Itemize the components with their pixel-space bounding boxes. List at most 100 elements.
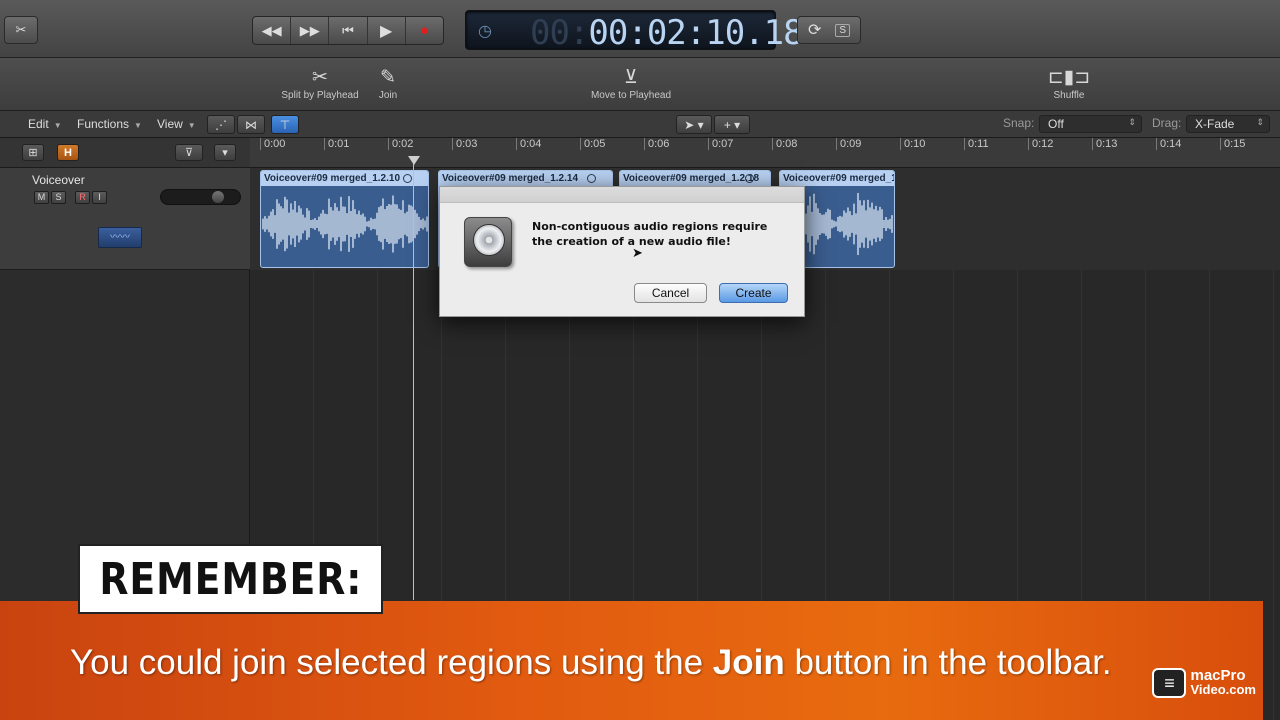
h-button[interactable]: H bbox=[57, 144, 79, 161]
playhead-marker[interactable] bbox=[408, 156, 420, 165]
ruler-tick: 0:13 bbox=[1092, 138, 1117, 150]
chevron-down-icon: ▼ bbox=[134, 121, 142, 130]
move-to-playhead-label: Move to Playhead bbox=[590, 90, 672, 101]
region-title: Voiceover#09 merged_1. bbox=[780, 171, 894, 186]
move-to-playhead-button[interactable]: ⊻ Move to Playhead bbox=[588, 66, 674, 101]
ruler-tick: 0:08 bbox=[772, 138, 797, 150]
snap-select[interactable]: Off ⇕ bbox=[1039, 115, 1142, 133]
dialog-message-line: the creation of a new audio file! bbox=[532, 235, 731, 248]
loop-icon bbox=[403, 174, 412, 183]
pointer-icon: ➤ ▾ bbox=[684, 117, 704, 132]
alert-dialog: Non-contiguous audio regions require the… bbox=[439, 186, 805, 317]
scissors-icon: ✂ bbox=[15, 22, 27, 37]
fast-forward-icon: ▶▶ bbox=[299, 22, 320, 38]
play-icon: ▶ bbox=[380, 22, 393, 40]
shuffle-button[interactable]: ⊏▮⊐ Shuffle bbox=[1036, 66, 1102, 101]
crosshair-icon: + ▾ bbox=[723, 117, 741, 132]
record-button[interactable]: ● bbox=[406, 17, 443, 44]
track-menu-button[interactable]: ▾ bbox=[214, 144, 236, 161]
rewind-button[interactable]: ◀◀ bbox=[253, 17, 292, 44]
automation-button[interactable]: ⋰ bbox=[207, 115, 235, 134]
plus-icon: ⊞ bbox=[28, 147, 38, 159]
rewind-icon: ◀◀ bbox=[261, 22, 282, 38]
chevron-down-icon: ▾ bbox=[222, 147, 228, 159]
transport-bar: ✂ ◀◀ ▶▶ ⏮ ▶ ● ◷ 00:00:02:10.18 ⟳ S bbox=[0, 0, 1280, 58]
drag-value: X-Fade bbox=[1195, 117, 1235, 131]
flex-button[interactable]: ⋈ bbox=[237, 115, 265, 134]
ruler-tick: 0:04 bbox=[516, 138, 541, 150]
ruler-tick: 0:01 bbox=[324, 138, 349, 150]
lcd-time-value: 00:02:10.18 bbox=[588, 13, 803, 53]
filter-icon: ⊽ bbox=[184, 147, 194, 159]
macprovideo-logo: ≡ macPro Video.com bbox=[1152, 668, 1256, 698]
join-label: Join bbox=[378, 90, 398, 101]
track-voiceover[interactable]: Voiceover M S R I 〰〰 bbox=[0, 168, 250, 270]
audio-region[interactable]: Voiceover#09 merged_1.2.10 bbox=[260, 170, 429, 268]
ruler-tick: 0:10 bbox=[900, 138, 925, 150]
input-monitor-button[interactable]: I bbox=[92, 191, 107, 204]
view-menu[interactable]: View ▼ bbox=[157, 117, 196, 131]
dialog-message: Non-contiguous audio regions require the… bbox=[532, 219, 792, 249]
mouse-pointer-icon: ➤ bbox=[632, 245, 643, 260]
go-to-beginning-button[interactable]: ⏮ bbox=[329, 17, 368, 44]
dialog-message-line: Non-contiguous audio regions require bbox=[532, 220, 768, 233]
edit-menu[interactable]: Edit ▼ bbox=[28, 117, 62, 131]
chevron-down-icon: ▼ bbox=[53, 121, 62, 130]
drag-select[interactable]: X-Fade ⇕ bbox=[1186, 115, 1270, 133]
record-enable-button[interactable]: R bbox=[75, 191, 90, 204]
clock-icon: ◷ bbox=[478, 23, 492, 40]
lcd-display[interactable]: ◷ 00:00:02:10.18 bbox=[465, 10, 804, 53]
ruler-tick: 0:12 bbox=[1028, 138, 1053, 150]
cancel-button[interactable]: Cancel bbox=[634, 283, 707, 303]
tip-text-bold: Join bbox=[712, 643, 785, 682]
volume-slider[interactable] bbox=[160, 189, 241, 205]
functions-menu-label: Functions bbox=[77, 117, 130, 131]
tip-text: You could join selected regions using th… bbox=[70, 643, 1112, 683]
ruler-tick: 0:14 bbox=[1156, 138, 1181, 150]
volume-knob[interactable] bbox=[212, 191, 224, 203]
record-icon: ● bbox=[419, 22, 429, 39]
add-track-button[interactable]: ⊞ bbox=[22, 144, 44, 161]
play-button[interactable]: ▶ bbox=[368, 17, 406, 44]
library-button[interactable]: ✂ bbox=[4, 16, 38, 44]
ruler-tick: 0:07 bbox=[708, 138, 733, 150]
loop-icon bbox=[587, 174, 596, 183]
move-to-playhead-icon: ⊻ bbox=[624, 67, 638, 88]
catch-playhead-button[interactable]: ⊤ bbox=[271, 115, 299, 134]
timeline-ruler[interactable]: 0:00 0:01 0:02 0:03 0:04 0:05 0:06 0:07 0:08 0:09… bbox=[250, 138, 1280, 168]
tracks-menu-bar: Edit ▼ Functions ▼ View ▼ ⋰ ⋈ ⊤ ➤ ▾ + ▾ Sna… bbox=[0, 111, 1280, 138]
scissors-icon: ✂ bbox=[312, 67, 328, 88]
solo-button[interactable]: S bbox=[835, 23, 851, 37]
updown-icon: ⇕ bbox=[1256, 117, 1264, 127]
logic-app-icon bbox=[464, 217, 512, 267]
pointer-tool-button[interactable]: ➤ ▾ bbox=[676, 115, 712, 134]
ruler-tick: 0:06 bbox=[644, 138, 669, 150]
waveform-icon: 〰〰 bbox=[98, 227, 142, 248]
flex-icon: ⋈ bbox=[245, 117, 257, 132]
ruler-tick: 0:11 bbox=[964, 138, 989, 150]
toolbar: ✂ Split by Playhead ✎ Join ⊻ Move to Pla… bbox=[0, 58, 1280, 111]
lcd-time-prefix: 00: bbox=[530, 13, 589, 53]
transport-controls: ◀◀ ▶▶ ⏮ ▶ ● bbox=[252, 16, 444, 45]
join-button[interactable]: ✎ Join bbox=[372, 66, 404, 101]
remember-label: REMEMBER: bbox=[78, 544, 383, 614]
ruler-tick: 0:00 bbox=[260, 138, 285, 150]
mute-button[interactable]: M bbox=[34, 191, 49, 204]
create-button[interactable]: Create bbox=[719, 283, 788, 303]
cycle-solo-group: ⟳ S bbox=[797, 16, 861, 44]
track-filter-button[interactable]: ⊽ bbox=[175, 144, 203, 161]
track-header-bar: ⊞ H ⊽ ▾ bbox=[0, 138, 250, 168]
split-by-playhead-button[interactable]: ✂ Split by Playhead bbox=[280, 66, 360, 101]
glue-icon: ✎ bbox=[380, 67, 396, 88]
playhead-line[interactable] bbox=[413, 156, 414, 600]
functions-menu[interactable]: Functions ▼ bbox=[77, 117, 142, 131]
secondary-tool-button[interactable]: + ▾ bbox=[714, 115, 750, 134]
split-by-playhead-label: Split by Playhead bbox=[281, 90, 359, 101]
cycle-icon[interactable]: ⟳ bbox=[808, 20, 821, 40]
remember-text: REMEMBER: bbox=[99, 553, 362, 605]
fast-forward-button[interactable]: ▶▶ bbox=[291, 17, 330, 44]
ruler-tick: 0:02 bbox=[388, 138, 413, 150]
snap-value: Off bbox=[1048, 117, 1064, 131]
shuffle-icon: ⊏▮⊐ bbox=[1047, 67, 1091, 88]
solo-track-button[interactable]: S bbox=[51, 191, 66, 204]
